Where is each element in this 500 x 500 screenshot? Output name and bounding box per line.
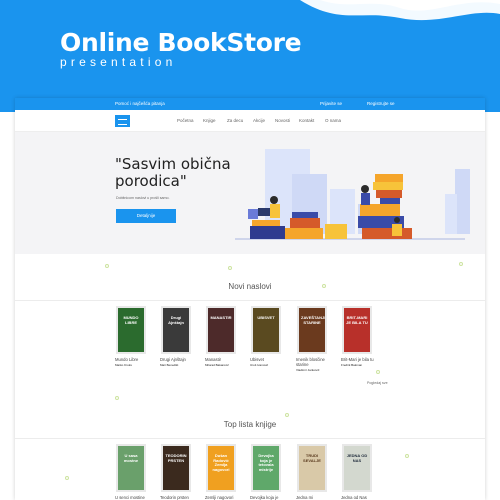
book-author: Fredrik Bakman: [341, 363, 363, 367]
presentation-subtitle: presentation: [60, 55, 177, 69]
register-link[interactable]: Registrujte se: [367, 101, 395, 106]
book-card[interactable]: JEDNA OD NAS Jedna od Nas: [341, 444, 375, 500]
book-cover[interactable]: U sasa mostne: [116, 444, 146, 492]
book-title[interactable]: Mundo Libre: [115, 357, 149, 362]
book-author: Mari Benedikt: [160, 363, 179, 367]
section-divider: [15, 300, 485, 301]
book-cover[interactable]: TEODORIN PRSTEN: [161, 444, 191, 492]
book-card[interactable]: MUNDO LIBRE Mundo Libre Marko Kruks: [115, 306, 149, 367]
nav-item-contact[interactable]: Kontakt: [299, 118, 314, 123]
book-card[interactable]: MANASTIR Manastir Milorad Bakarović: [205, 306, 239, 367]
book-card[interactable]: ZAVEŠTANJE STARINE Imenik blosčine stari…: [296, 306, 330, 372]
book-cover[interactable]: Dušan Radović Zemlja nagovori: [206, 444, 236, 492]
nav-item-kids[interactable]: Za decu: [227, 118, 243, 123]
book-title[interactable]: Teodorin prsten: [160, 495, 194, 500]
book-author: Vladimir Jankovič: [296, 368, 320, 372]
nav-item-sales[interactable]: Akcije: [253, 118, 265, 123]
book-card[interactable]: Drugi Ajnštajn Drugi Ajnštajn Mari Bened…: [160, 306, 194, 367]
book-cover[interactable]: MUNDO LIBRE: [116, 306, 146, 354]
book-author: Marko Kruks: [115, 363, 132, 367]
book-card[interactable]: UBISVET Ubisvet Uroš Ivanović: [250, 306, 284, 367]
book-card[interactable]: U sasa mostne U senci mostine: [115, 444, 149, 500]
book-card[interactable]: Devojka koja je tetovala mistrije Devojk…: [250, 444, 284, 500]
book-cover[interactable]: JEDNA OD NAS: [342, 444, 372, 492]
book-cover[interactable]: Drugi Ajnštajn: [161, 306, 191, 354]
top-list-heading: Top lista knjige: [223, 420, 277, 429]
book-cover[interactable]: MANASTIR: [206, 306, 236, 354]
decorative-dot: [115, 396, 119, 400]
decorative-dot: [105, 264, 109, 268]
book-cover[interactable]: BRIT-MARI JE BILA TU: [342, 306, 372, 354]
presentation-header: Online BookStore presentation: [0, 0, 500, 112]
book-cover[interactable]: Devojka koja je tetovala mistrije: [251, 444, 281, 492]
decorative-dot: [228, 266, 232, 270]
book-card[interactable]: TRUDI SEVALJE Jedna mi: [296, 444, 330, 500]
decorative-dot: [376, 370, 380, 374]
book-title[interactable]: U senci mostine: [115, 495, 149, 500]
login-link[interactable]: Prijavite se: [320, 101, 342, 106]
top-bar: Pomoć i najčešća pitanja Prijavite se Re…: [15, 98, 485, 110]
book-card[interactable]: TEODORIN PRSTEN Teodorin prsten: [160, 444, 194, 500]
book-author: Uroš Ivanović: [250, 363, 269, 367]
book-cover[interactable]: UBISVET: [251, 306, 281, 354]
new-titles-heading: Novi naslovi: [228, 282, 272, 291]
book-title[interactable]: Brit-Mari je bila tu: [341, 357, 375, 362]
details-button[interactable]: Detaljnije: [116, 209, 176, 223]
book-title[interactable]: Drugi Ajnštajn: [160, 357, 194, 362]
book-card[interactable]: Dušan Radović Zemlja nagovori Zemlji nag…: [205, 444, 239, 500]
nav-item-home[interactable]: Početna: [177, 118, 194, 123]
decorative-dot: [285, 413, 289, 417]
book-title[interactable]: Jedna od Nas: [341, 495, 375, 500]
decorative-dot: [322, 284, 326, 288]
website-mockup: Pomoć i najčešća pitanja Prijavite se Re…: [15, 98, 485, 500]
book-cover[interactable]: ZAVEŠTANJE STARINE: [297, 306, 327, 354]
main-navigation: Početna Knjige Za decu Akcije Novosti Ko…: [15, 110, 485, 132]
reading-people-illustration: [235, 149, 470, 240]
see-all-link[interactable]: Pogledaj sve: [367, 381, 388, 385]
book-author: Milorad Bakarović: [205, 363, 229, 367]
help-link[interactable]: Pomoć i najčešća pitanja: [115, 101, 165, 106]
book-title[interactable]: Devojka koja je: [250, 495, 284, 500]
book-title[interactable]: Imenik blosčine starine: [296, 357, 330, 367]
book-title[interactable]: Zemlji nagovori: [205, 495, 239, 500]
book-title[interactable]: Manastir: [205, 357, 239, 362]
book-title[interactable]: Jedna mi: [296, 495, 330, 500]
decorative-dot: [459, 262, 463, 266]
section-divider: [15, 438, 485, 439]
nav-item-about[interactable]: O nama: [325, 118, 341, 123]
decorative-dot: [405, 454, 409, 458]
nav-item-books[interactable]: Knjige: [203, 118, 216, 123]
nav-item-news[interactable]: Novosti: [275, 118, 290, 123]
hero-description: Dobitnicom naslovi u prošli samo.: [116, 196, 170, 200]
presentation-title: Online BookStore: [60, 28, 302, 57]
book-cover[interactable]: TRUDI SEVALJE: [297, 444, 327, 492]
hero-banner: "Sasvim obična porodica" Dobitnicom nasl…: [15, 132, 485, 254]
bookstore-logo[interactable]: [115, 115, 130, 127]
book-title[interactable]: Ubisvet: [250, 357, 284, 362]
decorative-dot: [65, 476, 69, 480]
book-card[interactable]: BRIT-MARI JE BILA TU Brit-Mari je bila t…: [341, 306, 375, 367]
